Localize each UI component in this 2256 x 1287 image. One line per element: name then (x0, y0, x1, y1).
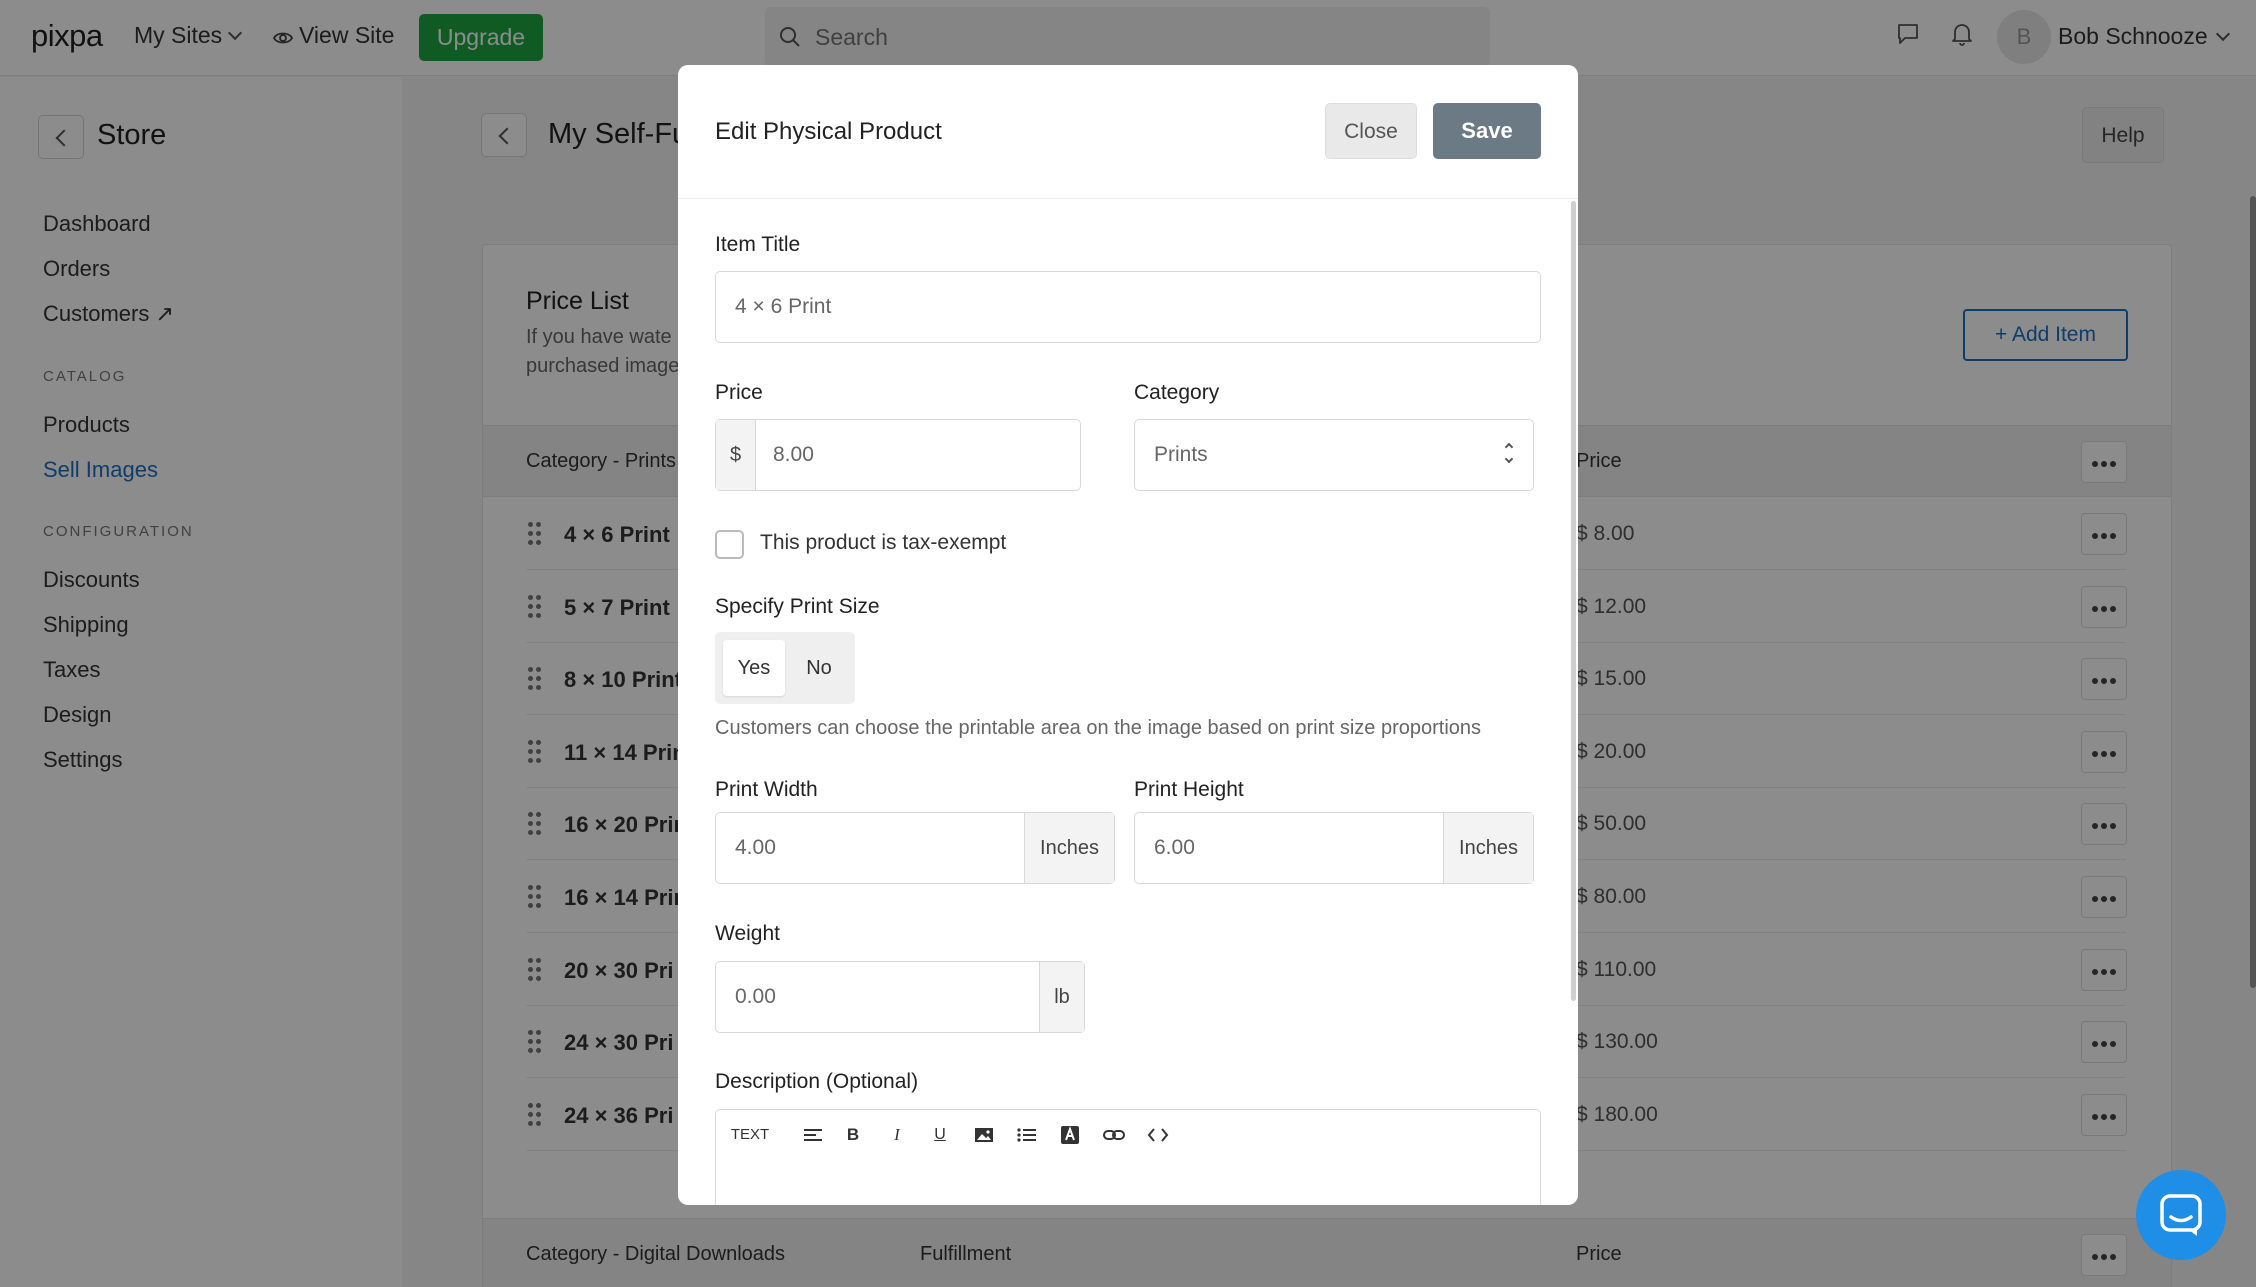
support-chat-button[interactable] (2136, 1170, 2226, 1260)
category-select[interactable]: Prints (1134, 419, 1534, 491)
align-icon[interactable] (802, 1122, 824, 1148)
edit-product-modal: Edit Physical Product Close Save Item Ti… (678, 65, 1578, 1205)
weight-label: Weight (715, 922, 780, 945)
image-icon[interactable] (973, 1122, 995, 1148)
price-input[interactable] (756, 420, 1080, 490)
print-height-input[interactable] (1135, 813, 1443, 883)
print-width-input[interactable] (716, 813, 1024, 883)
modal-header: Edit Physical Product Close Save (678, 65, 1578, 199)
description-label: Description (Optional) (715, 1070, 919, 1093)
print-size-label: Specify Print Size (715, 595, 880, 618)
text-color-icon[interactable] (1059, 1122, 1081, 1148)
print-size-yes-option[interactable]: Yes (723, 640, 785, 696)
item-title-label: Item Title (715, 233, 801, 256)
print-height-label: Print Height (1134, 778, 1244, 801)
price-label: Price (715, 381, 763, 404)
bold-icon[interactable]: B (844, 1122, 862, 1148)
weight-field[interactable]: lb (715, 961, 1085, 1033)
modal-scrollbar[interactable] (1571, 201, 1576, 1001)
price-field[interactable]: $ (715, 419, 1081, 491)
chat-bubble-icon (2160, 1194, 2202, 1236)
category-selected-value: Prints (1154, 443, 1208, 466)
underline-icon[interactable]: U (931, 1122, 949, 1148)
currency-addon: $ (716, 420, 756, 490)
tax-exempt-label[interactable]: This product is tax-exempt (760, 531, 1006, 555)
print-width-label: Print Width (715, 778, 818, 801)
category-label: Category (1134, 381, 1220, 404)
bullet-list-icon[interactable] (1016, 1122, 1038, 1148)
description-editor[interactable]: TEXT B I U (715, 1109, 1541, 1205)
print-size-hint: Customers can choose the printable area … (715, 717, 1482, 739)
close-button[interactable]: Close (1325, 103, 1417, 159)
print-height-field[interactable]: Inches (1134, 812, 1534, 884)
text-style-dropdown[interactable]: TEXT (730, 1122, 770, 1148)
item-title-field[interactable] (715, 271, 1541, 343)
save-button[interactable]: Save (1433, 103, 1541, 159)
select-arrows-icon (1504, 442, 1515, 468)
item-title-input[interactable] (716, 272, 1540, 342)
tax-exempt-checkbox[interactable] (715, 530, 744, 559)
italic-icon[interactable]: I (888, 1122, 906, 1148)
print-width-unit: Inches (1024, 813, 1114, 883)
weight-input[interactable] (716, 962, 1039, 1032)
weight-unit: lb (1039, 962, 1084, 1032)
code-icon[interactable] (1146, 1122, 1170, 1148)
modal-title: Edit Physical Product (715, 118, 942, 145)
print-size-no-option[interactable]: No (791, 640, 847, 696)
print-size-toggle: Yes No (715, 632, 855, 704)
print-height-unit: Inches (1443, 813, 1533, 883)
link-icon[interactable] (1102, 1122, 1126, 1148)
print-width-field[interactable]: Inches (715, 812, 1115, 884)
